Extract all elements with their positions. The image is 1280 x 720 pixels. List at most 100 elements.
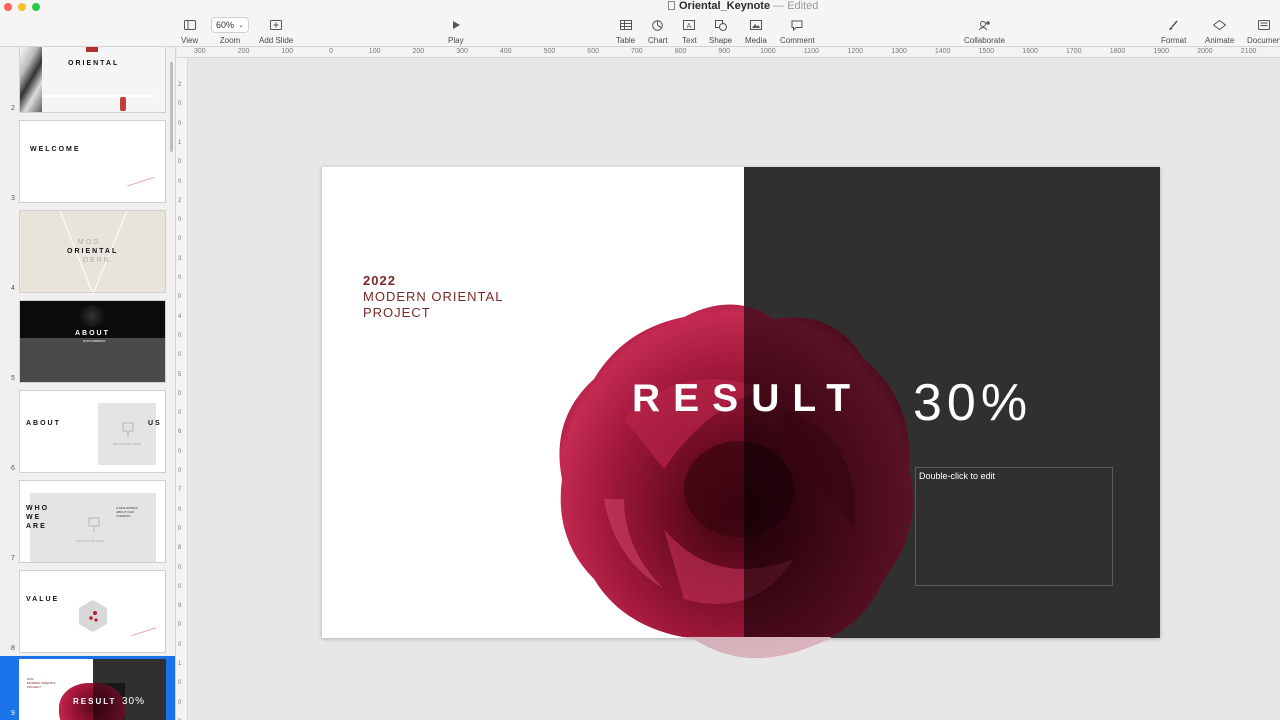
zoom-control[interactable]: 60% ⌄ Zoom	[211, 16, 249, 45]
ruler-mark: 1100	[803, 48, 819, 55]
thumb-side-text: A FEW WORDS ABOUT OUR COMPANY	[116, 506, 138, 518]
ruler-mark: 5	[178, 371, 182, 378]
thumb-subtitle: MODERN ORIENTAL PROJECT	[27, 681, 56, 689]
ruler-mark: 1	[178, 661, 182, 667]
ruler-mark: 400	[499, 48, 512, 55]
shape-label: Shape	[709, 36, 733, 45]
close-window-button[interactable]	[4, 3, 12, 11]
animate-button[interactable]: Animate	[1205, 16, 1234, 45]
ruler-mark: 600	[587, 48, 599, 55]
table-label: Table	[616, 36, 636, 45]
slide-number: 2	[11, 105, 15, 112]
add-slide-button[interactable]: Add Slide	[259, 16, 293, 45]
thumb-percent: 30%	[122, 696, 146, 707]
slide-thumbnail-4[interactable]: MOD ORIENTAL DERN	[19, 210, 166, 293]
slide-thumbnail-3[interactable]: WELCOME	[19, 120, 166, 203]
slide-number: 5	[11, 375, 15, 382]
ruler-mark: 900	[718, 48, 731, 55]
ruler-mark: 7	[178, 487, 182, 494]
chart-icon	[652, 16, 664, 34]
ruler-mark: 0	[178, 680, 182, 687]
collaborate-icon	[978, 16, 991, 34]
thumb-post-text: DERN	[83, 257, 111, 264]
shape-button[interactable]: Shape	[709, 16, 732, 45]
navigator-scrollbar[interactable]	[170, 62, 173, 152]
ruler-mark: 0	[178, 468, 182, 474]
branch-photo	[20, 47, 42, 112]
ruler-mark: 800	[674, 48, 687, 55]
ruler-mark: 1700	[1066, 48, 1082, 55]
figure-accent	[120, 97, 126, 111]
slide-result-title[interactable]: RESULT	[632, 377, 863, 421]
ruler-mark: 0	[329, 48, 333, 55]
slide-thumbnail-9[interactable]: 2022 MODERN ORIENTAL PROJECT RESULT 30%	[19, 659, 166, 720]
ruler-mark: 0	[178, 583, 182, 590]
ruler-mark: 1000	[760, 48, 776, 55]
keynote-window: Oriental_Keynote — Edited View 60% ⌄ Zoom…	[0, 0, 1280, 720]
text-button[interactable]: A Text	[682, 16, 697, 45]
play-button[interactable]: Play	[448, 16, 464, 45]
slide-number: 3	[11, 195, 15, 202]
slide-number: 8	[11, 645, 15, 652]
format-label: Format	[1161, 36, 1187, 45]
slide-navigator: ORIENTAL 2 WELCOME 3 MOD ORIENTAL DERN 4…	[0, 47, 176, 720]
slide-number: 4	[11, 285, 15, 292]
slide-year[interactable]: 2022	[363, 273, 396, 288]
ruler-mark: 0	[178, 390, 182, 397]
thumb-title-line-2: WE	[26, 514, 42, 521]
diamond-icon	[1213, 16, 1227, 34]
ruler-mark: 0	[178, 332, 182, 339]
collaborate-label: Collaborate	[964, 36, 1005, 45]
slide-thumbnail-7[interactable]: DROP IMAGE HERE WHO WE ARE A FEW WORDS A…	[19, 480, 166, 563]
zoom-select[interactable]: 60% ⌄	[211, 17, 249, 33]
zoom-value: 60%	[216, 20, 235, 30]
ruler-mark: 0	[178, 352, 182, 359]
hexagon-graphic	[79, 600, 107, 632]
slide-thumbnail-2[interactable]: ORIENTAL	[19, 47, 166, 113]
media-label: Media	[745, 36, 767, 45]
document-panel-icon	[1258, 16, 1271, 34]
slide-thumbnail-5[interactable]: ABOUT OUR COMPANY	[19, 300, 166, 383]
chart-button[interactable]: Chart	[648, 16, 668, 45]
ruler-mark: 4	[178, 313, 182, 320]
format-button[interactable]: Format	[1161, 16, 1186, 45]
view-button[interactable]: View	[181, 16, 198, 45]
textbox-placeholder-text: Double-click to edit	[919, 471, 996, 481]
ruler-mark: 0	[178, 699, 182, 706]
slide-percent[interactable]: 30%	[913, 373, 1032, 433]
image-placeholder-icon	[88, 517, 100, 532]
document-label: Documen	[1247, 36, 1280, 45]
slide-thumbnail-8[interactable]: VALUE	[19, 570, 166, 653]
ruler-mark: 0	[178, 101, 182, 108]
ruler-mark: 2	[178, 82, 182, 88]
slide-thumbnail-6[interactable]: DROP IMAGE HERE ABOUT US	[19, 390, 166, 473]
collaborate-button[interactable]: Collaborate	[964, 16, 1005, 45]
document-title: Oriental_Keynote — Edited	[668, 0, 818, 12]
thumb-title-2: US	[148, 420, 162, 427]
slide-canvas[interactable]: 2022 MODERN ORIENTAL PROJECT RESULT 30% …	[189, 59, 1280, 720]
comment-button[interactable]: Comment	[780, 16, 815, 45]
view-label: View	[181, 36, 199, 45]
zoom-window-button[interactable]	[32, 3, 40, 11]
thumb-title: ORIENTAL	[67, 248, 119, 255]
rose-image[interactable]	[544, 299, 924, 719]
ruler-mark: 0	[178, 178, 182, 185]
placeholder-textbox[interactable]: Double-click to edit	[915, 467, 1113, 586]
document-name: Oriental_Keynote	[679, 0, 771, 12]
ruler-mark: 100	[368, 48, 381, 55]
placeholder-caption: DROP IMAGE HERE	[113, 442, 142, 446]
ruler-mark: 0	[178, 159, 182, 166]
media-button[interactable]: Media	[745, 16, 767, 45]
title-separator: —	[773, 0, 785, 12]
minimize-window-button[interactable]	[18, 3, 26, 11]
thumb-title: VALUE	[26, 596, 60, 603]
ruler-mark: 0	[178, 506, 182, 513]
table-button[interactable]: Table	[616, 16, 635, 45]
animate-label: Animate	[1205, 36, 1235, 45]
ruler-mark: 0	[178, 275, 182, 281]
slide-subtitle[interactable]: MODERN ORIENTAL PROJECT	[363, 289, 563, 321]
slide-number: 6	[11, 465, 15, 472]
ruler-mark: 3	[178, 255, 182, 262]
document-button[interactable]: Documen	[1247, 16, 1280, 45]
ruler-mark: 700	[631, 48, 643, 55]
